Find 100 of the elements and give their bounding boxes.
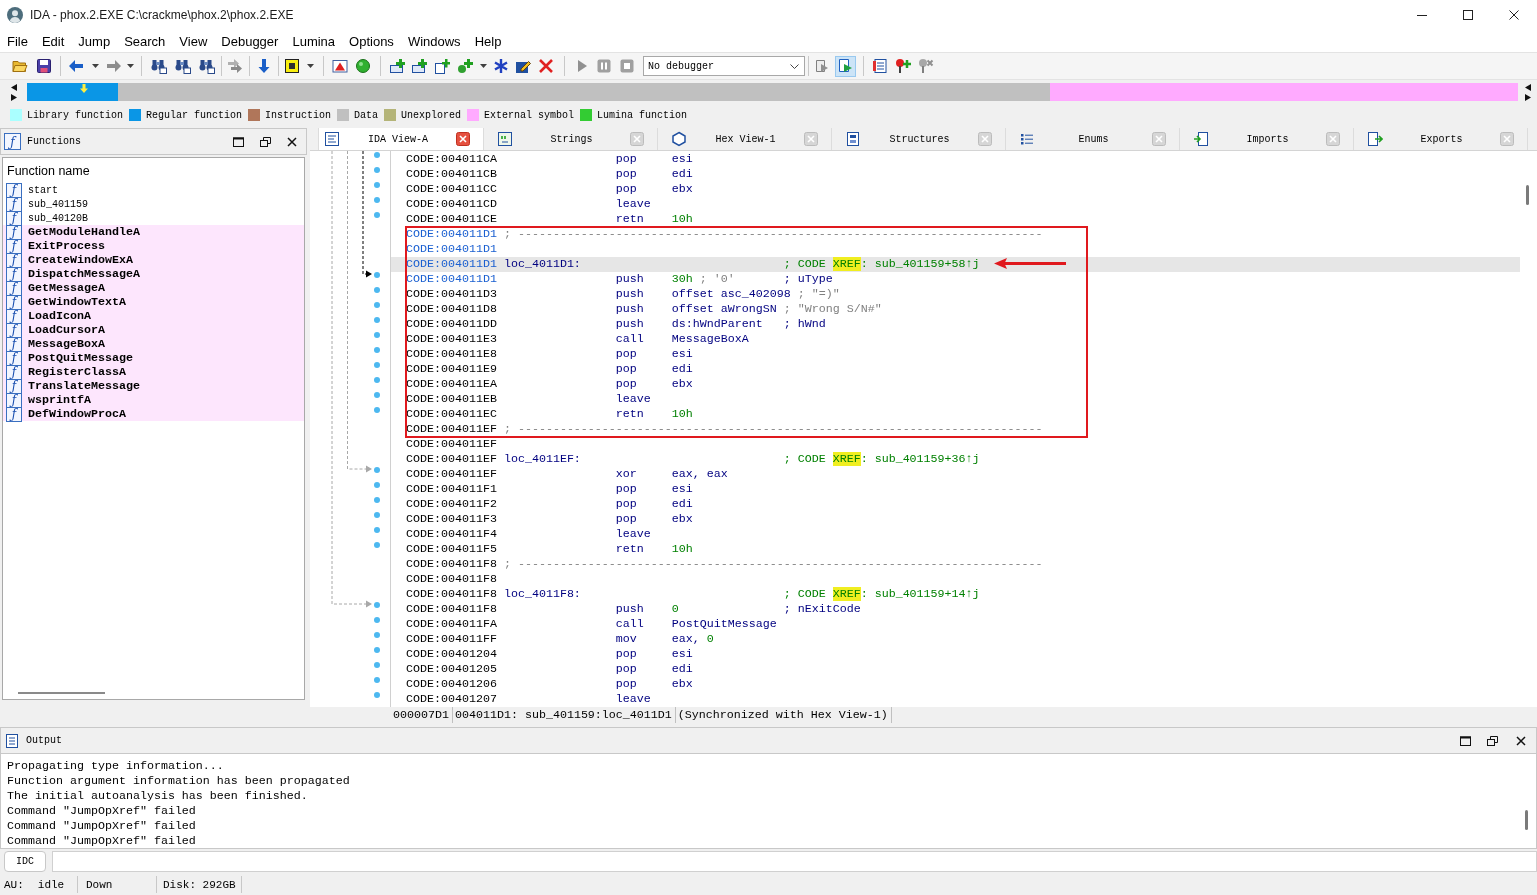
maximize-icon[interactable] [1463,10,1473,20]
caret-icon[interactable] [479,64,487,68]
caret-icon[interactable] [126,64,134,68]
list-icon[interactable] [872,58,888,74]
function-item[interactable]: ƒ CreateWindowExA [3,253,304,267]
code-line[interactable]: CODE:004011EF loc_4011EF: ; CODE XREF: sub_401159+36↑j [391,452,1520,467]
function-item[interactable]: ƒ TranslateMessage [3,379,304,393]
function-item[interactable]: ƒ sub_40120B [3,211,304,225]
square-icon[interactable] [284,58,300,74]
code-line[interactable]: CODE:00401204 pop esi [391,647,1520,662]
circle-icon[interactable] [354,58,371,74]
code-line[interactable]: CODE:004011FA call PostQuitMessage [391,617,1520,632]
code-line[interactable]: CODE:004011EF xor eax, eax [391,467,1520,482]
plus-icon[interactable] [389,58,405,74]
command-input[interactable] [52,850,1537,872]
stop-icon[interactable] [619,58,635,74]
folder-icon[interactable] [12,58,28,74]
pencil-icon[interactable] [515,58,531,74]
menu-item[interactable]: Jump [71,33,118,49]
function-item[interactable]: ƒ LoadCursorA [3,323,304,337]
code-line[interactable]: CODE:004011D1 ; --------------------------------------------------------------------------- [391,227,1520,242]
pin-cross-icon[interactable] [918,58,934,74]
code-line[interactable]: CODE:004011F8 push 0 ; nExitCode [391,602,1520,617]
plus-icon[interactable] [434,58,450,74]
left-arrow-icon[interactable] [68,58,84,74]
code-line[interactable]: CODE:004011CE retn 10h [391,212,1520,227]
binoculars-icon[interactable] [175,58,191,74]
close-icon[interactable] [1509,10,1519,20]
down-arrow-icon[interactable] [256,58,272,74]
menu-item[interactable]: Windows [400,33,468,49]
debugger-select[interactable]: No debugger [643,56,805,76]
scrollbar-thumb[interactable] [18,692,105,694]
code-line[interactable]: CODE:004011D1 [391,242,1520,257]
function-item[interactable]: ƒ RegisterClassA [3,365,304,379]
code-line[interactable]: CODE:004011D1 push 30h ; '0' ; uType [391,272,1520,287]
pause-icon[interactable] [596,58,612,74]
close-icon[interactable] [1515,735,1527,746]
plus-icon[interactable] [411,58,427,74]
code-line[interactable]: CODE:004011E8 pop esi [391,347,1520,362]
maximize-icon[interactable] [233,136,244,147]
scroll-right-icon[interactable] [1524,93,1531,101]
function-item[interactable]: ƒ wsprintfA [3,393,304,407]
code-line[interactable]: CODE:004011EC retn 10h [391,407,1520,422]
cross-icon[interactable] [538,58,554,74]
code-line[interactable]: CODE:004011D8 push offset aWrongSN ; "Wrong S/N#" [391,302,1520,317]
scrollbar-thumb[interactable] [1525,810,1528,830]
scrollbar-thumb[interactable] [1526,185,1529,205]
menu-item[interactable]: View [172,33,215,49]
menu-item[interactable]: File [0,33,35,49]
maximize-icon[interactable] [1460,735,1471,746]
menu-item[interactable]: Edit [34,33,72,49]
code-line[interactable]: CODE:004011CA pop esi [391,152,1520,167]
double-arrow-icon[interactable] [227,58,243,74]
binoculars-icon[interactable] [198,58,215,74]
code-line[interactable]: CODE:004011F2 pop edi [391,497,1520,512]
language-button[interactable]: IDC [4,850,46,872]
asterisk-icon[interactable] [493,58,509,74]
code-line[interactable]: CODE:004011F3 pop ebx [391,512,1520,527]
code-line[interactable]: CODE:004011F8 [391,572,1520,587]
menu-item[interactable]: Debugger [214,33,286,49]
code-line[interactable]: CODE:004011CD leave [391,197,1520,212]
function-item[interactable]: ƒ PostQuitMessage [3,351,304,365]
function-item[interactable]: ƒ DispatchMessageA [3,267,304,281]
tab[interactable]: IDA View-A [318,128,484,150]
code-line[interactable]: CODE:004011F5 retn 10h [391,542,1520,557]
scroll-right-icon[interactable] [10,93,17,101]
code-line[interactable]: CODE:00401207 leave [391,692,1520,707]
code-line[interactable]: CODE:004011F1 pop esi [391,482,1520,497]
caret-icon[interactable] [91,64,99,68]
menu-item[interactable]: Lumina [285,33,343,49]
function-item[interactable]: ƒ DefWindowProcA [3,407,304,421]
code-line[interactable]: CODE:004011EF ; --------------------------------------------------------------------------- [391,422,1520,437]
function-item[interactable]: ƒ ExitProcess [3,239,304,253]
caret-icon[interactable] [790,63,799,69]
warning-icon[interactable] [332,58,348,74]
code-line[interactable]: CODE:004011F8 ; --------------------------------------------------------------------------- [391,557,1520,572]
binoculars-icon[interactable] [151,58,167,74]
code-line[interactable]: CODE:004011F8 loc_4011F8: ; CODE XREF: sub_401159+14↑j [391,587,1520,602]
menu-item[interactable]: Options [342,33,401,49]
caret-icon[interactable] [306,64,314,68]
pin-plus-icon[interactable] [894,58,911,74]
code-line[interactable]: CODE:004011D3 push offset asc_402098 ; "=)" [391,287,1520,302]
menu-item[interactable]: Help [467,33,509,49]
code-line[interactable]: CODE:004011DD push ds:hWndParent ; hWnd [391,317,1520,332]
code-line[interactable]: CODE:004011FF mov eax, 0 [391,632,1520,647]
code-line[interactable]: CODE:004011F4 leave [391,527,1520,542]
code-line[interactable]: CODE:004011EB leave [391,392,1520,407]
code-line[interactable]: CODE:00401205 pop edi [391,662,1520,677]
function-item[interactable]: ƒ start [3,183,304,197]
scroll-left-icon[interactable] [10,83,17,91]
restore-icon[interactable] [1487,735,1498,746]
function-item[interactable]: ƒ GetMessageA [3,281,304,295]
code-line[interactable]: CODE:004011EA pop ebx [391,377,1520,392]
code-line[interactable]: CODE:004011CC pop ebx [391,182,1520,197]
function-item[interactable]: ƒ GetWindowTextA [3,295,304,309]
code-line[interactable]: CODE:004011E9 pop edi [391,362,1520,377]
function-item[interactable]: ƒ MessageBoxA [3,337,304,351]
function-item[interactable]: ƒ GetModuleHandleA [3,225,304,239]
code-line[interactable]: CODE:004011EF [391,437,1520,452]
code-line[interactable]: CODE:00401206 pop ebx [391,677,1520,692]
